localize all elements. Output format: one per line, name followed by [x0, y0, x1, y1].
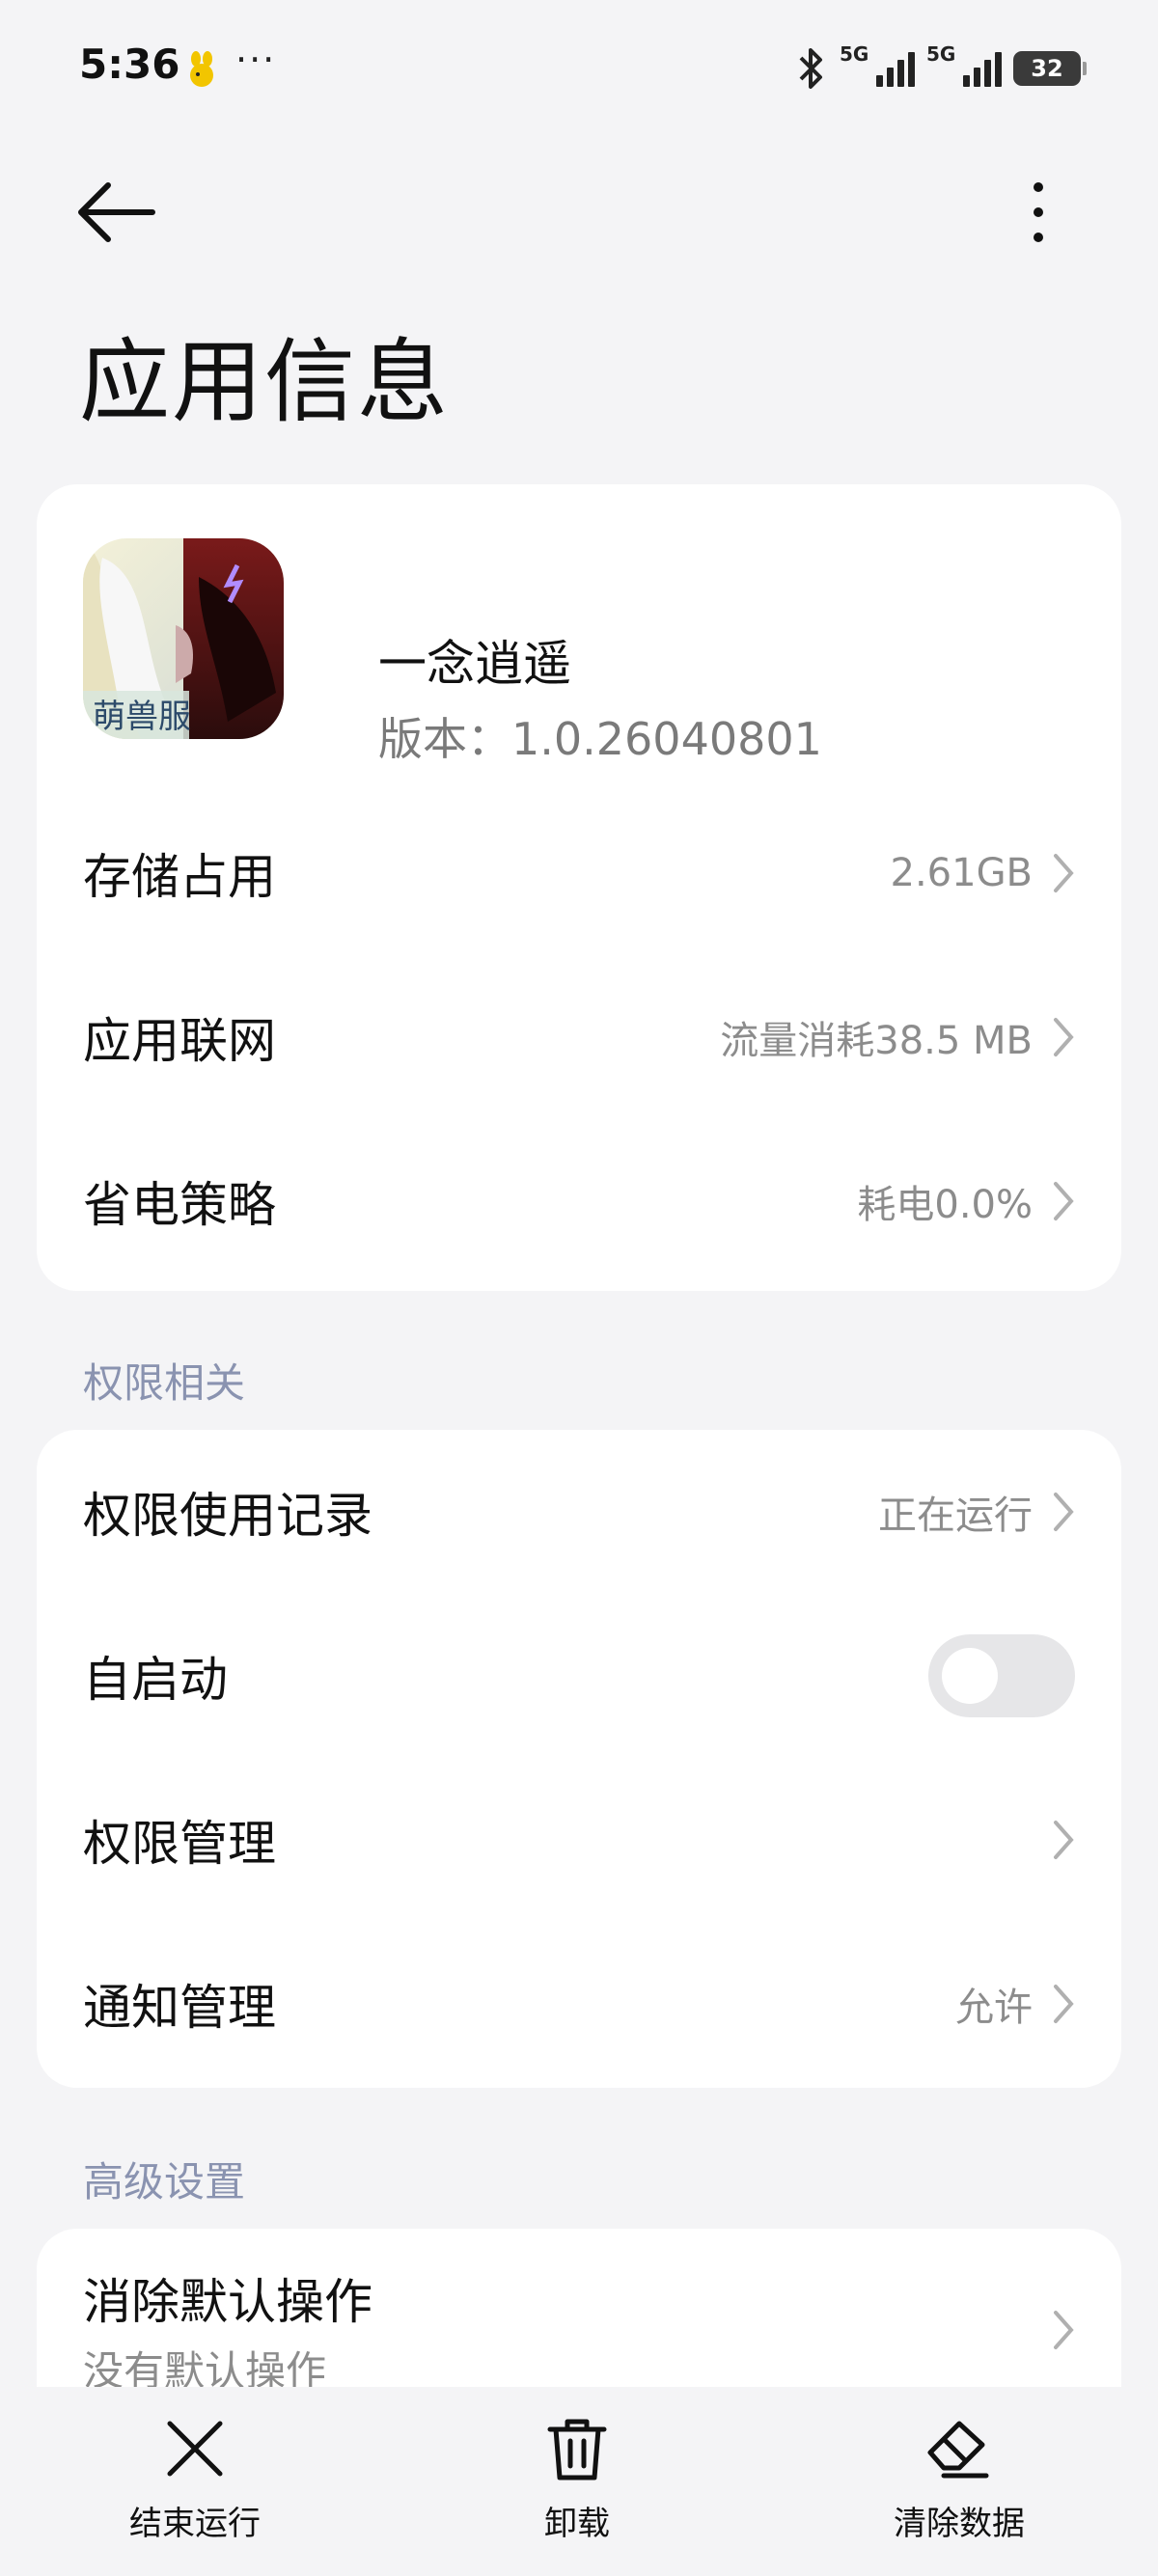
network-label: 应用联网: [83, 1013, 276, 1069]
status-time: 5:36: [79, 41, 180, 88]
uninstall-button[interactable]: 卸载: [461, 2414, 693, 2559]
force-stop-label: 结束运行: [129, 2505, 261, 2543]
toggle-knob: [942, 1648, 998, 1704]
chevron-right-icon: [1054, 1821, 1074, 1859]
chevron-right-icon: [1054, 1493, 1074, 1531]
section-title-permissions: 权限相关: [83, 1359, 246, 1407]
chevron-right-icon: [1054, 1182, 1074, 1220]
back-arrow-icon[interactable]: [69, 174, 162, 251]
notification-management-value: 允许: [955, 1986, 1033, 2030]
uninstall-label: 卸载: [544, 2505, 610, 2543]
force-stop-button[interactable]: 结束运行: [79, 2414, 311, 2559]
section-title-advanced: 高级设置: [83, 2158, 246, 2206]
network-row[interactable]: 应用联网 流量消耗38.5 MB: [37, 955, 1121, 1119]
status-icons: 5G 5G 32: [793, 42, 1087, 93]
trash-icon: [547, 2419, 607, 2480]
storage-row[interactable]: 存储占用 2.61GB: [37, 791, 1121, 955]
eraser-icon: [927, 2421, 989, 2479]
network-type-1: 5G: [840, 42, 869, 66]
close-icon: [167, 2421, 223, 2477]
page-title: 应用信息: [79, 330, 451, 435]
chevron-right-icon: [1054, 2311, 1074, 2349]
autostart-row: 自启动: [37, 1594, 1121, 1758]
autostart-label: 自启动: [83, 1652, 228, 1708]
app-header: 萌兽服 一念逍遥 版本：1.0.26040801: [83, 538, 1077, 765]
more-options-icon[interactable]: [1009, 174, 1067, 251]
chevron-right-icon: [1054, 854, 1074, 892]
permission-usage-label: 权限使用记录: [83, 1488, 372, 1544]
signal-sim1-icon: 5G: [840, 42, 915, 91]
battery-level: 32: [1031, 55, 1063, 82]
network-value: 流量消耗38.5 MB: [720, 1019, 1033, 1063]
app-icon-caption: 萌兽服: [93, 698, 191, 736]
notification-management-label: 通知管理: [83, 1980, 276, 2036]
battery-strategy-row[interactable]: 省电策略 耗电0.0%: [37, 1119, 1121, 1283]
app-icon: 萌兽服: [83, 538, 284, 739]
status-more-icon: ···: [235, 39, 277, 81]
battery-icon: 32: [1013, 51, 1087, 86]
autostart-toggle[interactable]: [928, 1634, 1075, 1717]
signal-sim2-icon: 5G: [926, 42, 1002, 91]
battery-strategy-value: 耗电0.0%: [857, 1183, 1033, 1227]
storage-label: 存储占用: [83, 849, 276, 905]
permission-usage-value: 正在运行: [878, 1494, 1033, 1538]
permission-usage-row[interactable]: 权限使用记录 正在运行: [37, 1430, 1121, 1594]
notification-management-row[interactable]: 通知管理 允许: [37, 1922, 1121, 2086]
clear-data-label: 清除数据: [894, 2505, 1025, 2543]
bottom-toolbar: 结束运行 卸载 清除数据: [0, 2387, 1158, 2576]
chevron-right-icon: [1054, 1985, 1074, 2023]
permission-management-label: 权限管理: [83, 1816, 276, 1872]
app-version: 版本：1.0.26040801: [378, 713, 822, 765]
permission-management-row[interactable]: 权限管理: [37, 1758, 1121, 1922]
permissions-card: 权限使用记录 正在运行 自启动 权限管理 通知管理 允许: [37, 1430, 1121, 2088]
app-info-card: 萌兽服 一念逍遥 版本：1.0.26040801 存储占用 2.61GB 应用联…: [37, 484, 1121, 1291]
clear-data-button[interactable]: 清除数据: [843, 2414, 1075, 2559]
clear-defaults-label: 消除默认操作: [83, 2273, 372, 2330]
network-type-2: 5G: [926, 42, 956, 66]
status-bar: 5:36 ··· 5G 5G 32: [0, 0, 1158, 135]
app-name: 一念逍遥: [378, 636, 571, 692]
notification-app-icon: [190, 51, 213, 87]
chevron-right-icon: [1054, 1018, 1074, 1056]
bluetooth-icon: [799, 48, 822, 89]
battery-strategy-label: 省电策略: [83, 1177, 276, 1233]
clear-defaults-text: 消除默认操作 没有默认操作: [83, 2263, 1052, 2398]
storage-value: 2.61GB: [890, 851, 1034, 895]
